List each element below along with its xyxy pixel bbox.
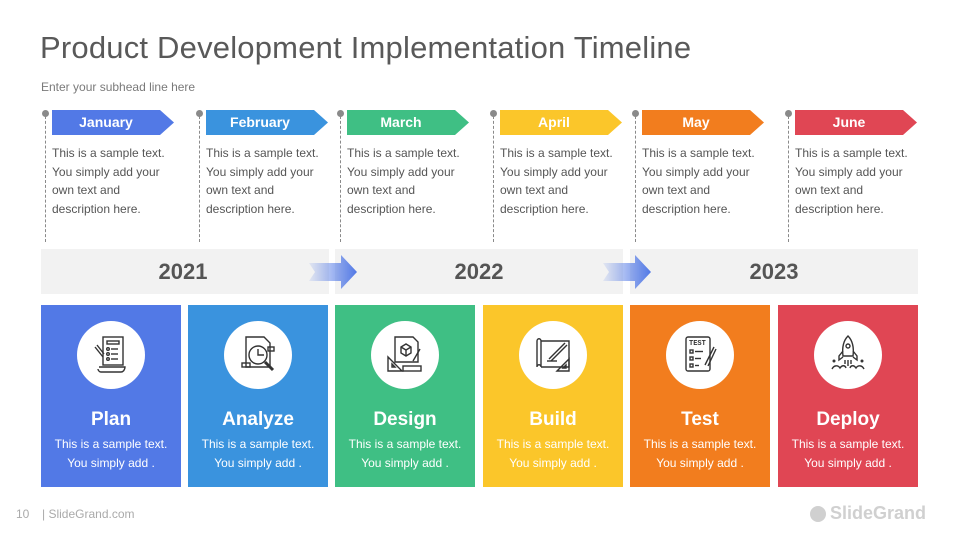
brand-name: SlideGrand (830, 503, 927, 523)
desc-line: This is a sample text. (500, 146, 613, 160)
desc-line: own text and (500, 183, 569, 197)
dashed-connector (635, 116, 636, 242)
desc-line: description here. (642, 201, 731, 216)
phase-card-test: TEST Test This is a sample text. You sim… (630, 305, 770, 487)
document-magnifier-chart-icon (224, 321, 292, 389)
slide-subhead: Enter your subhead line here (41, 80, 196, 94)
month-column-january: January This is a sample text. You simpl… (42, 108, 182, 243)
phase-description: This is a sample text. You simply add . (630, 435, 770, 473)
desc-line: description here. (500, 201, 589, 216)
desc-line: description here. (347, 201, 436, 216)
desc-line: own text and (642, 183, 711, 197)
month-tag: February (206, 110, 328, 135)
month-description: This is a sample text. You simply add yo… (500, 144, 625, 218)
year-label: 2021 (158, 259, 208, 284)
desc-line: own text and (206, 183, 275, 197)
month-tag: March (347, 110, 469, 135)
phase-title: Analyze (222, 409, 294, 430)
blueprint-pencil-icon (519, 321, 587, 389)
dashed-connector (199, 116, 200, 242)
desc-line: You simply add . (509, 456, 597, 470)
desc-line: This is a sample text. (201, 437, 315, 451)
desc-line: You simply add . (214, 456, 302, 470)
desc-line: This is a sample text. (642, 146, 755, 160)
month-description: This is a sample text. You simply add yo… (795, 144, 920, 218)
desc-line: own text and (52, 183, 121, 197)
footer-site: | SlideGrand.com (42, 507, 135, 521)
desc-line: This is a sample text. (54, 437, 168, 451)
month-column-april: April This is a sample text. You simply … (490, 108, 630, 243)
phase-card-analyze: Analyze This is a sample text. You simpl… (188, 305, 328, 487)
month-tag: May (642, 110, 764, 135)
month-description: This is a sample text. You simply add yo… (206, 144, 331, 218)
slide-title: Product Development Implementation Timel… (40, 30, 692, 65)
desc-line: This is a sample text. (347, 146, 460, 160)
phase-title: Design (373, 409, 437, 430)
phase-description: This is a sample text. You simply add . (335, 435, 475, 473)
phase-title: Test (681, 409, 719, 430)
phase-description: This is a sample text. You simply add . (483, 435, 623, 473)
dashed-connector (340, 116, 341, 242)
phase-title: Plan (90, 409, 132, 430)
month-tag: April (500, 110, 622, 135)
month-tag: June (795, 110, 917, 135)
month-column-february: February This is a sample text. You simp… (196, 108, 336, 243)
desc-line: You simply add . (67, 456, 155, 470)
month-tag: January (52, 110, 174, 135)
month-description: This is a sample text. You simply add yo… (347, 144, 472, 218)
desc-line: description here. (795, 201, 884, 216)
desc-line: You simply add your (206, 164, 314, 179)
dashed-connector (45, 116, 46, 242)
year-label: 2023 (749, 259, 799, 284)
phase-card-deploy: Deploy This is a sample text. You simply… (778, 305, 918, 487)
brand-logo-icon (810, 505, 826, 522)
desc-line: You simply add your (642, 164, 750, 179)
phase-title: Build (529, 409, 577, 430)
dashed-connector (788, 116, 789, 242)
desc-line: You simply add your (347, 164, 455, 179)
page-number: 10 (16, 507, 30, 521)
desc-line: This is a sample text. (791, 437, 905, 451)
desc-line: You simply add . (804, 456, 892, 470)
desc-line: You simply add . (361, 456, 449, 470)
phase-description: This is a sample text. You simply add . (41, 435, 181, 473)
phase-card-design: Design This is a sample text. You simply… (335, 305, 475, 487)
desc-line: This is a sample text. (795, 146, 908, 160)
desc-line: You simply add your (52, 164, 160, 179)
checklist-document-icon (77, 321, 145, 389)
desc-line: This is a sample text. (52, 146, 165, 160)
design-cube-ruler-icon (371, 321, 439, 389)
desc-line: You simply add your (795, 164, 903, 179)
desc-line: This is a sample text. (496, 437, 610, 451)
desc-line: description here. (52, 201, 141, 216)
month-description: This is a sample text. You simply add yo… (52, 144, 177, 218)
month-column-june: June This is a sample text. You simply a… (785, 108, 925, 243)
dashed-connector (493, 116, 494, 242)
desc-line: You simply add your (500, 164, 608, 179)
desc-line: This is a sample text. (643, 437, 757, 451)
test-checklist-icon: TEST (666, 321, 734, 389)
desc-line: This is a sample text. (206, 146, 319, 160)
brand-logo: SlideGrand (810, 503, 926, 524)
rocket-launch-icon (814, 321, 882, 389)
phase-card-plan: Plan This is a sample text. You simply a… (41, 305, 181, 487)
desc-line: own text and (347, 183, 416, 197)
month-column-may: May This is a sample text. You simply ad… (632, 108, 772, 243)
year-label: 2022 (454, 259, 504, 284)
phase-description: This is a sample text. You simply add . (188, 435, 328, 473)
svg-text:TEST: TEST (689, 340, 706, 348)
phase-card-build: Build This is a sample text. You simply … (483, 305, 623, 487)
month-description: This is a sample text. You simply add yo… (642, 144, 767, 218)
desc-line: description here. (206, 201, 295, 216)
arrow-right-icon (309, 255, 357, 289)
month-column-march: March This is a sample text. You simply … (337, 108, 477, 243)
desc-line: own text and (795, 183, 864, 197)
arrow-right-icon (603, 255, 651, 289)
desc-line: You simply add . (656, 456, 744, 470)
phase-description: This is a sample text. You simply add . (778, 435, 918, 473)
desc-line: This is a sample text. (348, 437, 462, 451)
phase-title: Deploy (816, 409, 880, 430)
